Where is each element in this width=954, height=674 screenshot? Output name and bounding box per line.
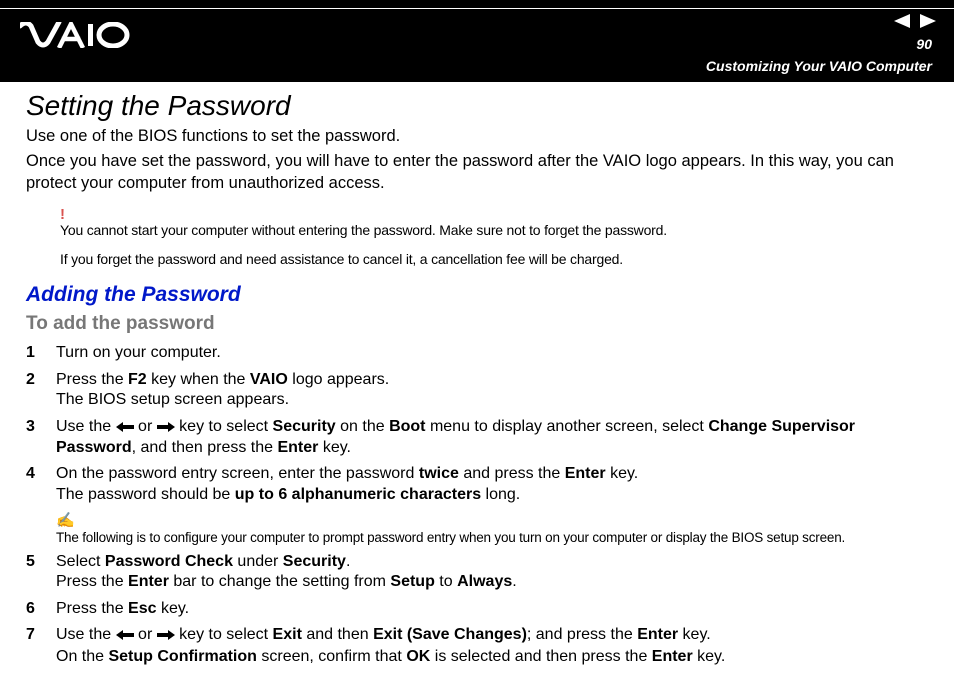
enter-word: Enter	[652, 648, 693, 665]
t: Use the	[56, 418, 116, 435]
key-f2: F2	[128, 371, 147, 388]
t: or	[134, 626, 157, 643]
steps-list: Turn on your computer. Press the F2 key …	[26, 343, 928, 667]
t: key.	[678, 626, 711, 643]
t: menu to display another screen, select	[426, 418, 709, 435]
content: Setting the Password Use one of the BIOS…	[0, 82, 954, 667]
t: key.	[606, 465, 639, 482]
t: or	[134, 418, 157, 435]
t: .	[512, 573, 516, 590]
step-5: Select Password Check under Security. Pr…	[26, 552, 928, 593]
warning-text-2: If you forget the password and need assi…	[60, 250, 928, 269]
header: 90 Customizing Your VAIO Computer	[0, 0, 954, 82]
t: Use the	[56, 626, 116, 643]
esc-word: Esc	[128, 600, 156, 617]
vaio-logo	[20, 22, 130, 53]
chars-word: up to 6 alphanumeric characters	[235, 486, 481, 503]
t: and press the	[459, 465, 565, 482]
pwcheck-word: Password Check	[105, 553, 233, 570]
left-arrow-icon	[116, 626, 134, 646]
page-number: 90	[916, 36, 932, 52]
exit-word: Exit	[273, 626, 302, 643]
intro-para-1: Use one of the BIOS functions to set the…	[26, 126, 928, 147]
t: on the	[336, 418, 389, 435]
enter-word: Enter	[637, 626, 678, 643]
nav-arrows	[894, 14, 936, 33]
enter-word: Enter	[565, 465, 606, 482]
t: Press the	[56, 371, 128, 388]
step-7: Use the or key to select Exit and then E…	[26, 625, 928, 667]
t: and then	[302, 626, 373, 643]
t: logo appears.	[288, 371, 389, 388]
section-subtitle: Adding the Password	[26, 283, 928, 307]
t: On the	[56, 648, 108, 665]
t: key when the	[147, 371, 250, 388]
breadcrumb: Customizing Your VAIO Computer	[706, 58, 932, 74]
next-page-icon[interactable]	[920, 14, 936, 33]
t: .	[346, 553, 350, 570]
t: On the password entry screen, enter the …	[56, 465, 419, 482]
step-4: On the password entry screen, enter the …	[26, 464, 928, 545]
warning-block: ! You cannot start your computer without…	[60, 206, 928, 269]
t: The password should be	[56, 486, 235, 503]
setup-conf-word: Setup Confirmation	[108, 648, 256, 665]
t: key to select	[175, 418, 273, 435]
t: key to select	[175, 626, 273, 643]
t: ; and press the	[527, 626, 637, 643]
step-3: Use the or key to select Security on the…	[26, 417, 928, 459]
note-text: The following is to configure your compu…	[56, 529, 928, 546]
note-block: ✍ The following is to configure your com…	[56, 511, 928, 545]
boot-word: Boot	[389, 418, 425, 435]
t: The BIOS setup screen appears.	[56, 391, 289, 408]
t: screen, confirm that	[257, 648, 406, 665]
intro-para-2: Once you have set the password, you will…	[26, 151, 928, 194]
t: key.	[157, 600, 190, 617]
prev-page-icon[interactable]	[894, 14, 910, 33]
t: Press the	[56, 600, 128, 617]
enter-word: Enter	[128, 573, 169, 590]
enter-word: Enter	[277, 439, 318, 456]
warning-text-1: You cannot start your computer without e…	[60, 221, 928, 240]
page-title: Setting the Password	[26, 90, 928, 122]
step-1: Turn on your computer.	[26, 343, 928, 363]
left-arrow-icon	[116, 418, 134, 438]
security-word: Security	[273, 418, 336, 435]
t: long.	[481, 486, 520, 503]
t: key.	[693, 648, 726, 665]
always-word: Always	[457, 573, 512, 590]
step-6: Press the Esc key.	[26, 599, 928, 619]
t: Press the	[56, 573, 128, 590]
t: to	[435, 573, 457, 590]
setup-word: Setup	[390, 573, 434, 590]
t: under	[233, 553, 283, 570]
t: bar to change the setting from	[169, 573, 390, 590]
header-divider	[0, 8, 954, 9]
section-subheading: To add the password	[26, 313, 928, 335]
exit-save-word: Exit (Save Changes)	[373, 626, 527, 643]
t: key.	[318, 439, 351, 456]
step-2: Press the F2 key when the VAIO logo appe…	[26, 370, 928, 411]
t: , and then press the	[132, 439, 278, 456]
right-arrow-icon	[157, 418, 175, 438]
t: Select	[56, 553, 105, 570]
t: is selected and then press the	[430, 648, 651, 665]
step-text: Turn on your computer.	[56, 344, 221, 361]
ok-word: OK	[406, 648, 430, 665]
vaio-word: VAIO	[250, 371, 288, 388]
right-arrow-icon	[157, 626, 175, 646]
twice-word: twice	[419, 465, 459, 482]
security-word: Security	[283, 553, 346, 570]
